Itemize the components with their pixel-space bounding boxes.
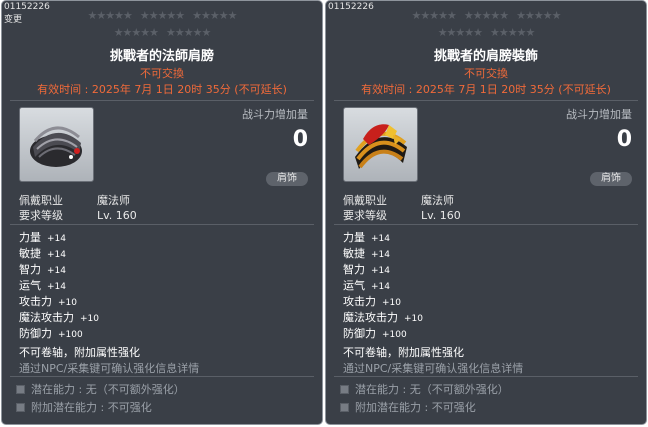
star-row-bottom: ★★★★★ ★★★★★ <box>113 26 212 39</box>
divider <box>334 376 638 377</box>
star-row-top: ★★★★★ ★★★★★ ★★★★★ <box>87 9 238 22</box>
untradable-label: 不可交換 <box>140 67 184 80</box>
additional-potential-row: 附加潜在能力 : 不可强化 <box>16 399 152 415</box>
stat-row: 智力 +14 <box>19 263 66 276</box>
star-row-bottom: ★★★★★ ★★★★★ <box>437 26 536 39</box>
dark-helmet-shoulder-icon <box>30 126 82 167</box>
additional-potential-row: 附加潜在能力 : 不可强化 <box>340 399 476 415</box>
upgrade-note: 不可卷轴，附加属性强化 <box>343 346 464 359</box>
upgrade-info-note: 通过NPC/采集键可确认强化信息详情 <box>19 362 200 375</box>
divider <box>334 100 638 101</box>
stat-row: 运气 +14 <box>19 279 66 292</box>
additional-potential-icon <box>340 402 349 412</box>
power-increase-value: 0 <box>292 127 308 152</box>
power-increase-label: 战斗力增加量 <box>566 108 632 121</box>
upgrade-note: 不可卷轴，附加属性强化 <box>19 346 140 359</box>
stat-row: 防御力 +100 <box>19 327 83 340</box>
gold-red-shoulder-icon <box>355 124 407 169</box>
stat-row: 攻击力 +10 <box>343 295 401 308</box>
expiry-label: 有效时间 : 2025年 7月 1日 20时 35分 (不可延长) <box>361 83 611 96</box>
divider <box>334 224 638 225</box>
stat-row: 攻击力 +10 <box>19 295 77 308</box>
divider <box>10 224 314 225</box>
category-badge: 肩饰 <box>590 172 632 186</box>
stat-row: 智力 +14 <box>343 263 390 276</box>
potential-icon <box>16 384 25 394</box>
stat-row: 力量 +14 <box>19 231 66 244</box>
item-tooltip-left: 01152226 变更 ★★★★★ ★★★★★ ★★★★★ ★★★★★ ★★★★★ 挑… <box>1 0 323 425</box>
req-level-value: Lv. 160 <box>421 209 461 222</box>
star-row-top: ★★★★★ ★★★★★ ★★★★★ <box>411 9 562 22</box>
item-icon-box <box>343 107 418 182</box>
item-title: 挑戰者的肩膀裝飾 <box>433 49 538 64</box>
stat-row: 敏捷 +14 <box>19 247 66 260</box>
req-level-value: Lv. 160 <box>97 209 137 222</box>
potential-row: 潜在能力 : 无（不可额外强化） <box>340 381 509 397</box>
req-level-row: 要求等级 Lv. 160 <box>343 207 461 223</box>
item-icon-box <box>19 107 94 182</box>
req-job-label: 佩戴职业 <box>343 194 387 207</box>
stat-row: 魔法攻击力 +10 <box>343 311 423 324</box>
power-increase-value: 0 <box>616 127 632 152</box>
divider <box>10 376 314 377</box>
potential-row: 潜在能力 : 无（不可额外强化） <box>16 381 185 397</box>
req-level-label: 要求等级 <box>19 209 63 222</box>
category-badge: 肩饰 <box>266 172 308 186</box>
stat-row: 力量 +14 <box>343 231 390 244</box>
req-job-value: 魔法师 <box>421 194 454 207</box>
potential-icon <box>340 384 349 394</box>
req-level-label: 要求等级 <box>343 209 387 222</box>
req-job-row: 佩戴职业 魔法师 <box>343 192 454 208</box>
req-job-row: 佩戴职业 魔法师 <box>19 192 130 208</box>
item-tooltip-right: 01152226 ★★★★★ ★★★★★ ★★★★★ ★★★★★ ★★★★★ 挑戰者的… <box>325 0 647 425</box>
upgrade-info-note: 通过NPC/采集键可确认强化信息详情 <box>343 362 524 375</box>
req-level-row: 要求等级 Lv. 160 <box>19 207 137 223</box>
untradable-label: 不可交換 <box>464 67 508 80</box>
power-increase-label: 战斗力增加量 <box>242 108 308 121</box>
req-job-value: 魔法师 <box>97 194 130 207</box>
stat-row: 敏捷 +14 <box>343 247 390 260</box>
stat-row: 魔法攻击力 +10 <box>19 311 99 324</box>
additional-potential-icon <box>16 402 25 412</box>
stat-row: 防御力 +100 <box>343 327 407 340</box>
expiry-label: 有效时间 : 2025年 7月 1日 20时 35分 (不可延长) <box>37 83 287 96</box>
stat-row: 运气 +14 <box>343 279 390 292</box>
divider <box>10 100 314 101</box>
req-job-label: 佩戴职业 <box>19 194 63 207</box>
item-title: 挑戰者的法師肩膀 <box>109 49 214 64</box>
